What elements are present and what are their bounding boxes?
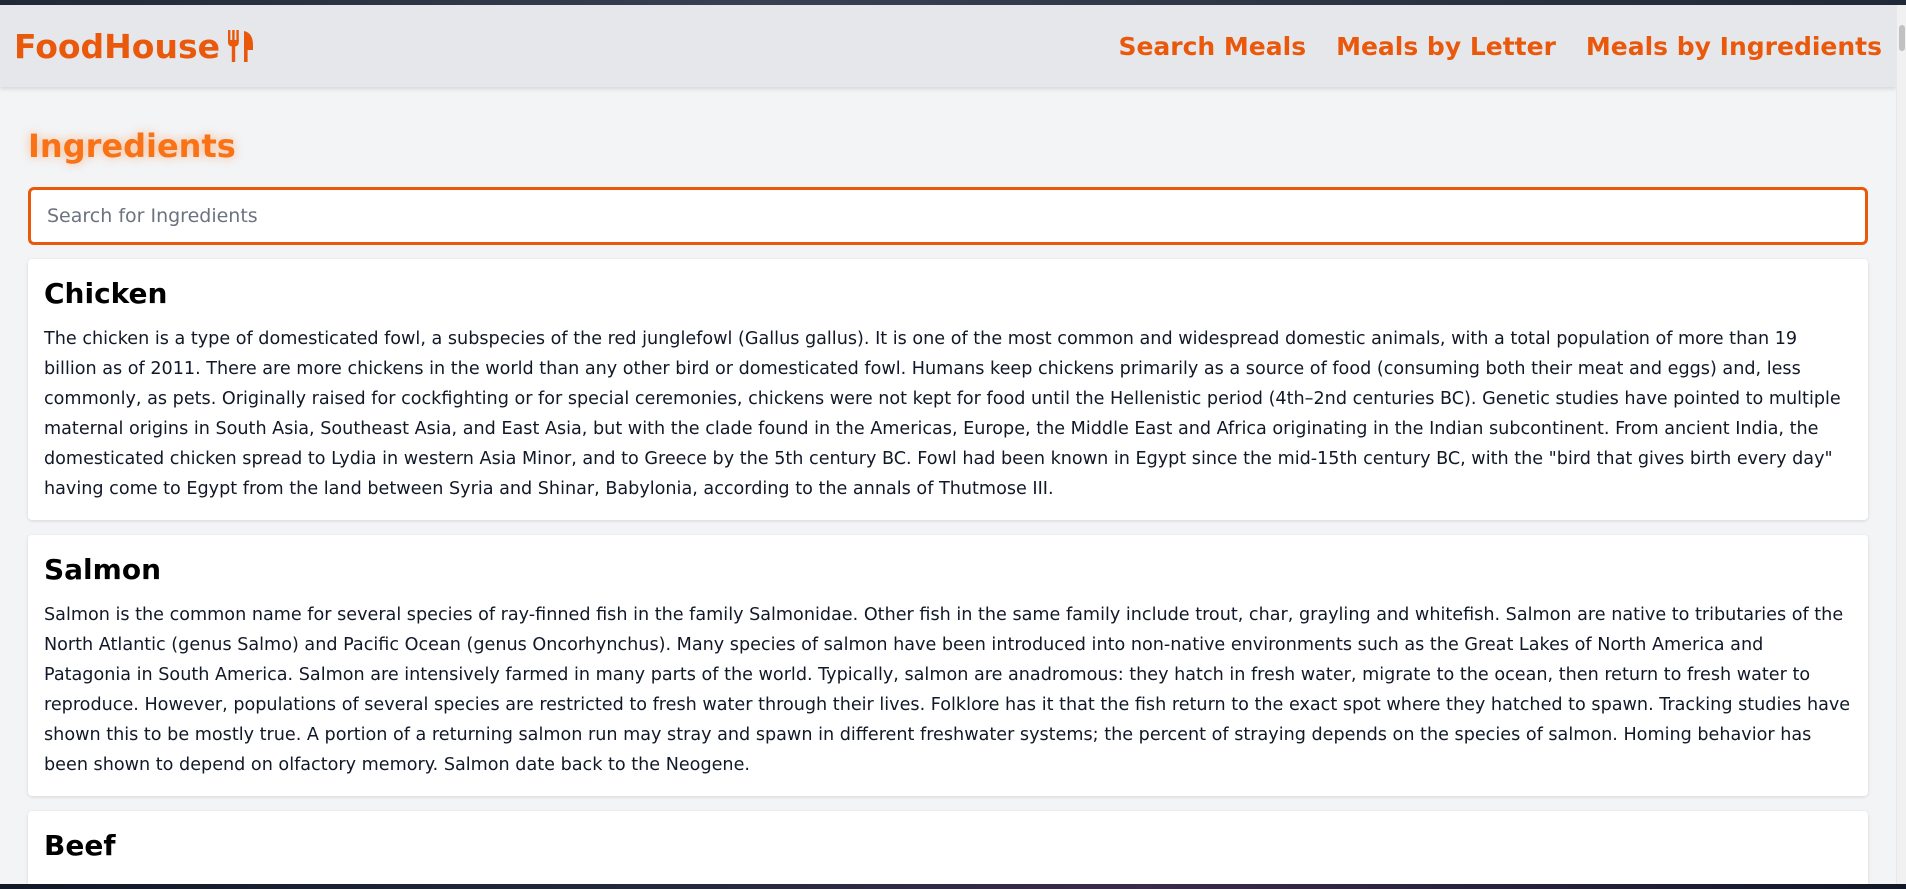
utensils-icon [226, 28, 256, 64]
ingredient-name: Chicken [44, 277, 168, 310]
ingredient-search-input[interactable] [28, 187, 1868, 245]
main-content: Ingredients Chicken The chicken is a typ… [0, 127, 1896, 884]
page-title: Ingredients [28, 127, 236, 165]
ingredient-description: The chicken is a type of domesticated fo… [44, 329, 1841, 499]
logo-text: FoodHouse [14, 26, 220, 66]
page-scrollbar[interactable] [1896, 5, 1906, 884]
site-header: FoodHouse Search Meals Meals by Letter M… [0, 5, 1896, 87]
search-container [28, 187, 1868, 245]
nav-meals-by-ingredients[interactable]: Meals by Ingredients [1586, 32, 1882, 61]
ingredient-name: Beef [44, 829, 116, 862]
ingredient-description: Salmon is the common name for several sp… [44, 605, 1851, 775]
page-viewport: FoodHouse Search Meals Meals by Letter M… [0, 5, 1896, 884]
nav-meals-by-letter[interactable]: Meals by Letter [1336, 32, 1556, 61]
main-nav: Search Meals Meals by Letter Meals by In… [1118, 32, 1882, 61]
ingredient-card-salmon[interactable]: Salmon Salmon is the common name for sev… [28, 535, 1868, 796]
browser-bottom-edge [0, 884, 1906, 889]
ingredient-card-beef[interactable]: Beef [28, 811, 1868, 884]
ingredient-card-chicken[interactable]: Chicken The chicken is a type of domesti… [28, 259, 1868, 520]
nav-search-meals[interactable]: Search Meals [1118, 32, 1306, 61]
ingredient-name: Salmon [44, 553, 162, 586]
logo-link[interactable]: FoodHouse [14, 27, 256, 66]
scrollbar-thumb[interactable] [1899, 25, 1905, 51]
